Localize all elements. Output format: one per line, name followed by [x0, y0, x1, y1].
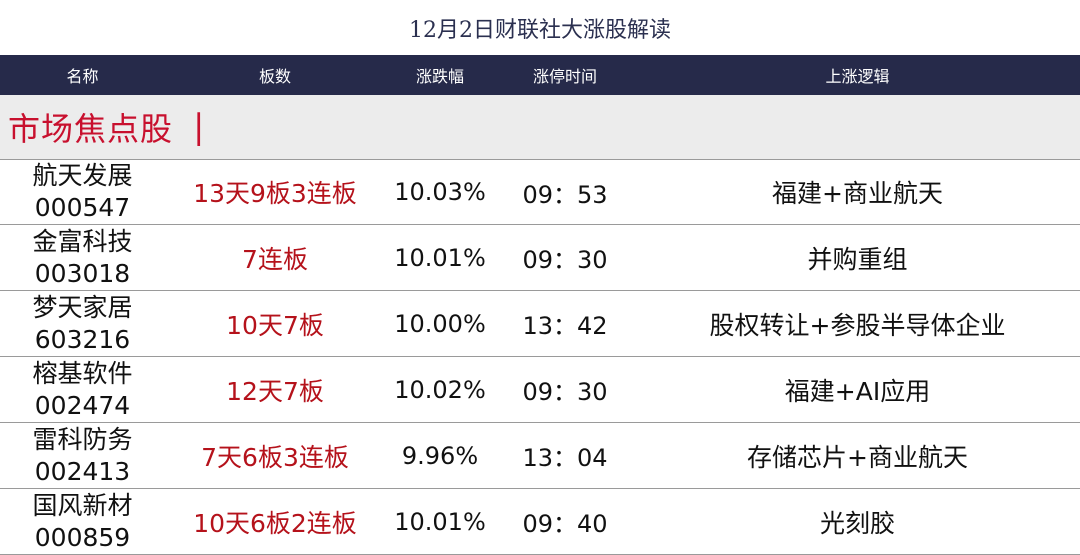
rise-logic: 福建+AI应用 [784, 376, 931, 406]
table-row: 金富科技 003018 7连板 10.01% 09：30 并购重组 [0, 225, 1080, 291]
stock-name: 榕基软件 [32, 358, 133, 388]
stock-name: 金富科技 [32, 226, 133, 256]
section-label: 市场焦点股 [8, 110, 174, 148]
header-name: 名称 [66, 67, 99, 86]
board-count: 7连板 [242, 244, 308, 274]
limit-time: 09：53 [522, 180, 608, 209]
stock-name: 梦天家居 [32, 292, 133, 322]
table-header: 名称 板数 涨跌幅 涨停时间 上涨逻辑 [0, 55, 1080, 95]
stock-name-cell: 金富科技 003018 [0, 226, 165, 290]
change-pct: 10.01% [394, 507, 486, 536]
stock-code: 003018 [34, 258, 131, 288]
board-count: 13天9板3连板 [193, 179, 357, 208]
stock-name-cell: 航天发展 000547 [0, 160, 165, 224]
board-count: 12天7板 [226, 376, 324, 406]
change-pct: 10.02% [394, 375, 486, 404]
stock-code: 002413 [34, 456, 131, 486]
change-pct: 9.96% [401, 441, 479, 470]
section-banner: 市场焦点股 | [0, 95, 1080, 159]
table-row: 榕基软件 002474 12天7板 10.02% 09：30 福建+AI应用 [0, 357, 1080, 423]
header-logic: 上涨逻辑 [825, 67, 890, 86]
table-row: 雷科防务 002413 7天6板3连板 9.96% 13：04 存储芯片+商业航… [0, 423, 1080, 489]
stock-name-cell: 国风新材 000859 [0, 490, 165, 554]
table-row: 梦天家居 603216 10天7板 10.00% 13：42 股权转让+参股半导… [0, 291, 1080, 357]
board-count: 7天6板3连板 [201, 442, 349, 472]
stock-name-cell: 梦天家居 603216 [0, 292, 165, 356]
stock-name: 航天发展 [32, 161, 133, 190]
stock-name-cell: 雷科防务 002413 [0, 424, 165, 488]
table-row: 国风新材 000859 10天6板2连板 10.01% 09：40 光刻胶 [0, 489, 1080, 555]
stock-name: 雷科防务 [32, 424, 133, 454]
header-limit-time: 涨停时间 [532, 67, 597, 86]
change-pct: 10.03% [394, 178, 486, 206]
rise-logic: 股权转让+参股半导体企业 [709, 310, 1006, 340]
limit-time: 09：30 [522, 246, 608, 274]
page-title: 12月2日财联社大涨股解读 [409, 17, 671, 43]
stock-name-cell: 榕基软件 002474 [0, 358, 165, 422]
stock-code: 000859 [34, 522, 131, 552]
rise-logic: 福建+商业航天 [772, 179, 943, 208]
limit-time: 13：04 [522, 444, 608, 472]
stock-name: 国风新材 [32, 490, 133, 520]
stock-code: 002474 [34, 390, 131, 420]
header-board: 板数 [258, 67, 291, 86]
rise-logic: 光刻胶 [819, 508, 895, 538]
stock-code: 000547 [34, 193, 131, 222]
change-pct: 10.01% [394, 243, 486, 272]
limit-time: 13：42 [522, 312, 608, 340]
stock-table: 航天发展 000547 13天9板3连板 10.03% 09：53 福建+商业航… [0, 159, 1080, 555]
limit-time: 09：30 [522, 378, 608, 406]
board-count: 10天7板 [226, 310, 324, 340]
table-row: 航天发展 000547 13天9板3连板 10.03% 09：53 福建+商业航… [0, 159, 1080, 225]
board-count: 10天6板2连板 [193, 508, 357, 538]
stock-code: 603216 [34, 324, 131, 354]
rise-logic: 并购重组 [807, 244, 908, 274]
rise-logic: 存储芯片+商业航天 [747, 442, 968, 472]
header-change: 涨跌幅 [415, 67, 464, 86]
change-pct: 10.00% [394, 309, 486, 338]
section-bar: | [193, 107, 206, 147]
limit-time: 09：40 [522, 510, 608, 538]
